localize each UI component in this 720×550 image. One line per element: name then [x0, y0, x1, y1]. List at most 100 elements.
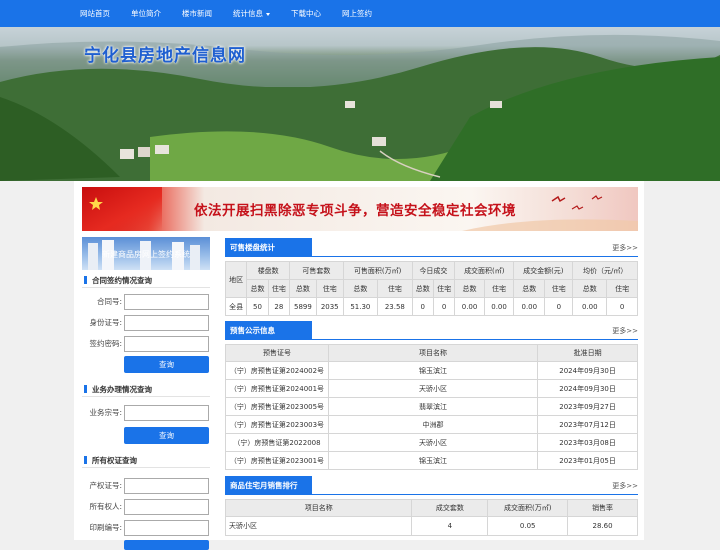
business-query-button[interactable]: 查询	[124, 427, 209, 444]
column-subheader: 总数	[572, 279, 608, 298]
table-cell: 0.00	[572, 297, 608, 316]
column-header: 均价（元/㎡）	[572, 261, 638, 280]
nav-item-5[interactable]: 网上签约	[342, 8, 372, 19]
nav-item-label: 单位简介	[131, 9, 161, 18]
owner-input[interactable]	[124, 498, 209, 515]
column-subheader: 住宅	[544, 279, 574, 298]
column-header: 可售套数	[289, 261, 344, 280]
column-subheader: 总数	[289, 279, 317, 298]
business-query-heading: 业务办理情况查询	[82, 382, 210, 397]
column-subheader: 住宅	[267, 279, 291, 298]
table-cell: 0	[606, 297, 638, 316]
column-subheader: 总数	[246, 279, 269, 298]
table-cell: 2023年09月27日	[537, 397, 638, 416]
column-header: 成交套数	[411, 499, 489, 517]
column-header: 可售面积(万㎡)	[342, 261, 413, 280]
sign-password-row: 签约密码:	[82, 333, 210, 354]
id-number-input[interactable]	[124, 314, 209, 331]
nav-item-3[interactable]: 统计信息	[233, 8, 270, 19]
id-number-label: 身份证号:	[89, 318, 122, 327]
table-row[interactable]: 天骄小区 4 0.05 28.60	[224, 516, 638, 536]
nav-item-2[interactable]: 楼市新闻	[182, 8, 212, 19]
table-row[interactable]: （宁）房预售证第2024002号 锦玉滨江 2024年09月30日	[225, 361, 638, 380]
sales-stats-more-link[interactable]: 更多>>	[612, 243, 638, 253]
nav-item-0[interactable]: 网站首页	[80, 8, 110, 19]
presale-more-link[interactable]: 更多>>	[612, 326, 638, 336]
nav-item-1[interactable]: 单位简介	[131, 8, 161, 19]
table-cell: 2035	[315, 297, 344, 316]
table-header-row: 地区 楼盘数 可售套数 可售面积(万㎡) 今日成交 成交面积(㎡) 成交金额(元) 均价（元/…	[224, 261, 638, 298]
table-subheader-row: 总数 住宅 总数 住宅 总数 住宅 总数 住宅 总数 住宅 总数 住宅 总数 住宅	[226, 279, 638, 298]
table-cell: 4	[411, 516, 489, 536]
site-title: 宁化县房地产信息网	[84, 46, 246, 66]
sales-stats-header: 可售楼盘统计 更多>>	[225, 238, 638, 257]
contract-query-heading: 合同签约情况查询	[82, 273, 210, 288]
column-header: 今日成交	[411, 261, 456, 280]
online-signing-label: 新建商品房网上签约系统	[102, 250, 190, 259]
table-row[interactable]: （宁）房预售证第2022008 天骄小区 2023年03月08日	[225, 433, 638, 452]
header-banner: 宁化县房地产信息网	[0, 27, 720, 181]
contract-query-button[interactable]: 查询	[124, 356, 209, 373]
presale-table: 预售证号 项目名称 批准日期 （宁）房预售证第2024002号 锦玉滨江 2024年09…	[225, 344, 638, 470]
sidebar: 新建商品房网上签约系统 合同签约情况查询 合同号: 身份证号: 签约密码: 查询…	[82, 237, 210, 550]
business-number-input[interactable]	[124, 404, 209, 421]
column-subheader: 住宅	[606, 279, 638, 298]
contract-query-section: 合同签约情况查询 合同号: 身份证号: 签约密码: 查询	[82, 273, 210, 373]
column-subheader: 住宅	[377, 279, 413, 298]
contract-number-row: 合同号:	[82, 291, 210, 312]
nav-item-label: 网站首页	[80, 9, 110, 18]
owner-label: 所有权人:	[89, 502, 122, 511]
table-row[interactable]: （宁）房预售证第2023001号 锦玉滨江 2023年01月05日	[225, 451, 638, 470]
table-cell: 23.58	[377, 297, 413, 316]
table-row: 全县 50 28 5899 2035 51.30 23.58 0 0 0.00 0.00 0.00 0 0…	[224, 297, 638, 316]
nav-item-4[interactable]: 下载中心	[291, 8, 321, 19]
caret-down-icon	[266, 12, 270, 16]
ownership-query-section: 所有权证查询 产权证号: 所有权人: 印刷编号:	[82, 453, 210, 550]
table-cell: 天骄小区	[327, 433, 539, 452]
table-cell: 锦玉滨江	[327, 361, 539, 380]
sign-password-label: 签约密码:	[89, 339, 122, 348]
owner-row: 所有权人:	[82, 496, 210, 517]
table-row[interactable]: （宁）房预售证第2023005号 翡翠滨江 2023年09月27日	[225, 397, 638, 416]
table-cell: 天骄小区	[224, 516, 413, 536]
nav-item-label: 统计信息	[233, 9, 263, 18]
column-header: 地区	[224, 261, 248, 298]
slogan-banner: 依法开展扫黑除恶专项斗争，营造安全稳定社会环境	[82, 187, 638, 231]
sign-password-input[interactable]	[124, 335, 209, 352]
table-cell: 翡翠滨江	[327, 397, 539, 416]
table-cell: 28	[267, 297, 291, 316]
sales-stats-tab[interactable]: 可售楼盘统计	[225, 238, 312, 257]
ownership-query-button[interactable]	[124, 540, 209, 550]
nav-item-label: 网上签约	[342, 9, 372, 18]
ranking-tab[interactable]: 商品住宅月销售排行	[225, 476, 312, 495]
column-header: 预售证号	[225, 344, 329, 362]
contract-number-label: 合同号:	[96, 297, 122, 306]
column-subheader: 总数	[513, 279, 546, 298]
print-number-input[interactable]	[124, 519, 209, 536]
table-cell: 全县	[224, 297, 248, 316]
ranking-more-link[interactable]: 更多>>	[612, 481, 638, 491]
contract-number-input[interactable]	[124, 293, 209, 310]
column-subheader: 住宅	[432, 279, 456, 298]
main-column: 可售楼盘统计 更多>> 地区 楼盘数 可售套数 可售面积(万㎡) 今日成交 成交面积(㎡)…	[224, 238, 638, 536]
table-cell: （宁）房预售证第2023001号	[225, 451, 329, 470]
table-cell: 2024年09月30日	[537, 379, 638, 398]
online-signing-banner[interactable]: 新建商品房网上签约系统	[82, 237, 210, 270]
table-cell: （宁）房预售证第2023005号	[225, 397, 329, 416]
presale-tab[interactable]: 预售公示信息	[225, 321, 312, 340]
column-subheader: 总数	[342, 279, 379, 298]
table-cell: （宁）房预售证第2023003号	[225, 415, 329, 434]
nav-item-label: 下载中心	[291, 9, 321, 18]
table-cell: 天骄小区	[327, 379, 539, 398]
table-row[interactable]: （宁）房预售证第2023003号 中洲郡 2023年07月12日	[225, 415, 638, 434]
table-cell: （宁）房预售证第2024002号	[225, 361, 329, 380]
column-subheader: 总数	[454, 279, 485, 298]
property-cert-input[interactable]	[124, 477, 209, 494]
table-cell: 0	[544, 297, 574, 316]
column-subheader: 总数	[411, 279, 434, 298]
table-row[interactable]: （宁）房预售证第2024001号 天骄小区 2024年09月30日	[225, 379, 638, 398]
presale-header: 预售公示信息 更多>>	[225, 321, 638, 340]
table-cell: 0	[411, 297, 434, 316]
property-cert-row: 产权证号:	[82, 475, 210, 496]
print-number-row: 印刷编号:	[82, 517, 210, 538]
